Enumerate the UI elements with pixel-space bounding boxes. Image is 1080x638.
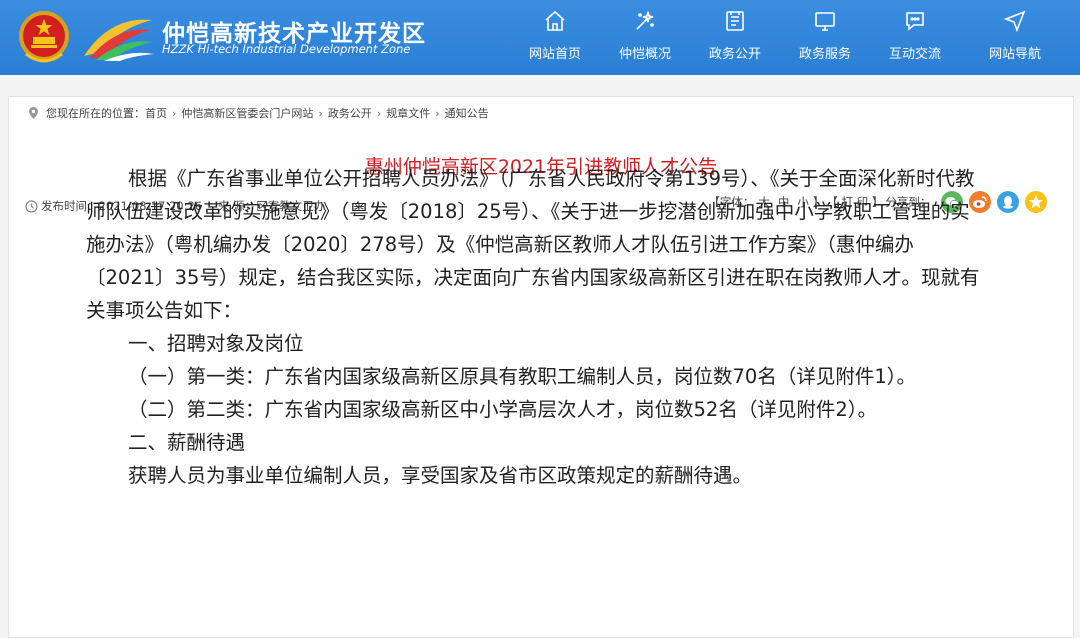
article-body: 根据《广东省事业单位公开招聘人员办法》（广东省人民政府令第139号）、《关于全面… <box>86 162 982 492</box>
nav-item-service[interactable]: 政务服务 <box>780 0 870 75</box>
breadcrumb-separator: › <box>172 107 177 120</box>
nav-label: 政务服务 <box>798 47 851 62</box>
service-monitor-icon <box>815 12 835 31</box>
breadcrumb-link[interactable]: 规章文件 <box>386 107 430 120</box>
breadcrumb-separator: › <box>435 107 440 120</box>
section-heading: 二、薪酬待遇 <box>128 431 246 454</box>
section-heading: 一、招聘对象及岗位 <box>128 332 304 355</box>
nav-label: 仲恺概况 <box>618 47 671 62</box>
breadcrumb-link[interactable]: 首页 <box>145 107 167 120</box>
body-paragraph: （一）第一类：广东省内国家级高新区原具有教职工编制人员，岗位数70名（详见附件1… <box>128 365 916 388</box>
breadcrumb-link[interactable]: 通知公告 <box>445 107 489 120</box>
open-government-icon <box>726 11 744 31</box>
nav-label: 政务公开 <box>708 47 761 62</box>
qzone-icon <box>1029 195 1043 209</box>
site-header: 仲恺高新技术产业开发区 HZZK Hi-tech Industrial Deve… <box>0 0 1080 75</box>
site-subtitle: HZZK Hi-tech Industrial Development Zone <box>162 42 411 56</box>
qq-share-button[interactable] <box>997 191 1019 213</box>
zone-logo <box>84 19 154 61</box>
qzone-share-button[interactable] <box>1025 191 1047 213</box>
nav-label: 互动交流 <box>888 47 941 62</box>
breadcrumb-link[interactable]: 政务公开 <box>328 107 372 120</box>
breadcrumb: 您现在所在的位置：首页 › 仲恺高新区管委会门户网站 › 政务公开 › 规章文件 › 通知公告 <box>29 105 489 121</box>
clock-icon <box>25 200 38 213</box>
nav-item-site-navigation[interactable]: 网站导航 <box>970 0 1060 75</box>
body-paragraph: （二）第二类：广东省内国家级高新区中小学高层次人才，岗位数52名（详见附件2）。 <box>128 398 877 421</box>
body-paragraph: 根据《广东省事业单位公开招聘人员办法》（广东省人民政府令第139号）、《关于全面… <box>86 167 980 322</box>
body-paragraph: 获聘人员为事业单位编制人员，享受国家及省市区政策规定的薪酬待遇。 <box>128 464 753 487</box>
breadcrumb-separator: › <box>376 107 382 120</box>
breadcrumb-prefix: 您现在所在的位置： <box>46 107 145 120</box>
breadcrumb-separator: › <box>318 107 323 120</box>
national-emblem-logo <box>19 11 69 63</box>
nav-label: 网站导航 <box>988 47 1041 62</box>
breadcrumb-link[interactable]: 仲恺高新区管委会门户网站 <box>181 107 313 120</box>
chat-icon <box>906 12 924 31</box>
location-pin-icon <box>29 107 38 119</box>
nav-label: 网站首页 <box>528 47 581 62</box>
home-icon <box>545 10 565 31</box>
overview-icon <box>636 11 654 30</box>
nav-item-interaction[interactable]: 互动交流 <box>870 0 960 75</box>
navigation-icon <box>1003 10 1026 33</box>
nav-item-home[interactable]: 网站首页 <box>510 0 600 75</box>
qq-icon <box>1003 196 1013 209</box>
nav-item-open-government[interactable]: 政务公开 <box>690 0 780 75</box>
nav-item-overview[interactable]: 仲恺概况 <box>600 0 690 75</box>
